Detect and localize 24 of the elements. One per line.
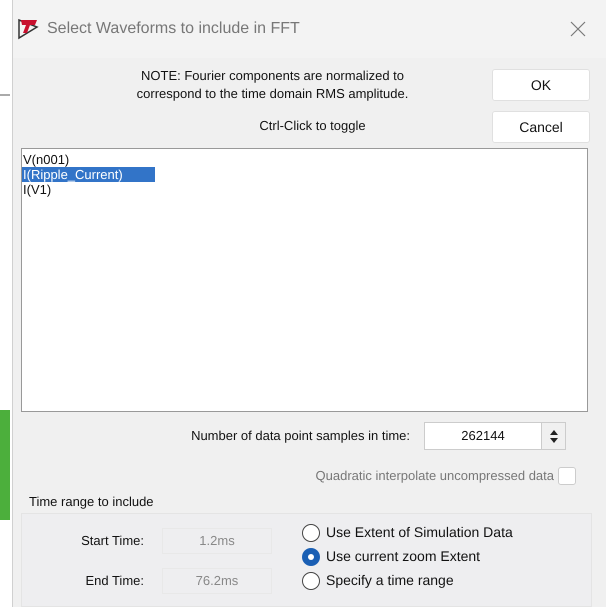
waveform-item[interactable]: V(n001): [22, 152, 102, 167]
close-icon[interactable]: [570, 21, 586, 37]
app-logo-icon: [17, 18, 39, 40]
waveform-item[interactable]: I(V1): [22, 182, 84, 197]
radio-button[interactable]: [302, 548, 320, 566]
radio-label: Specify a time range: [326, 571, 454, 590]
time-label: End Time:: [84, 572, 145, 590]
window-title: Select Waveforms to include in FFT: [47, 19, 300, 39]
radio-label: Use current zoom Extent: [326, 547, 480, 566]
radio-button[interactable]: [302, 524, 320, 542]
waveform-item[interactable]: I(Ripple_Current): [22, 167, 155, 182]
samples-label: Number of data point samples in time:: [191, 427, 410, 446]
samples-spinbox[interactable]: 262144: [424, 422, 566, 450]
radio-button[interactable]: [302, 572, 320, 590]
radio-label: Use Extent of Simulation Data: [326, 523, 513, 542]
interpolate-label: Quadratic interpolate uncompressed data: [316, 467, 554, 485]
hint-text: Ctrl-Click to toggle: [259, 117, 366, 135]
time-label: Start Time:: [80, 532, 145, 550]
time-range-title: Time range to include: [29, 492, 155, 511]
cancel-button[interactable]: Cancel: [492, 111, 590, 143]
down-arrow-icon[interactable]: [550, 438, 558, 442]
up-arrow-icon[interactable]: [550, 430, 558, 434]
ok-button[interactable]: OK: [492, 69, 590, 101]
note-text: NOTE: Fourier components are normalized to correspond to the time domain RMS amplitude.: [136, 67, 408, 103]
